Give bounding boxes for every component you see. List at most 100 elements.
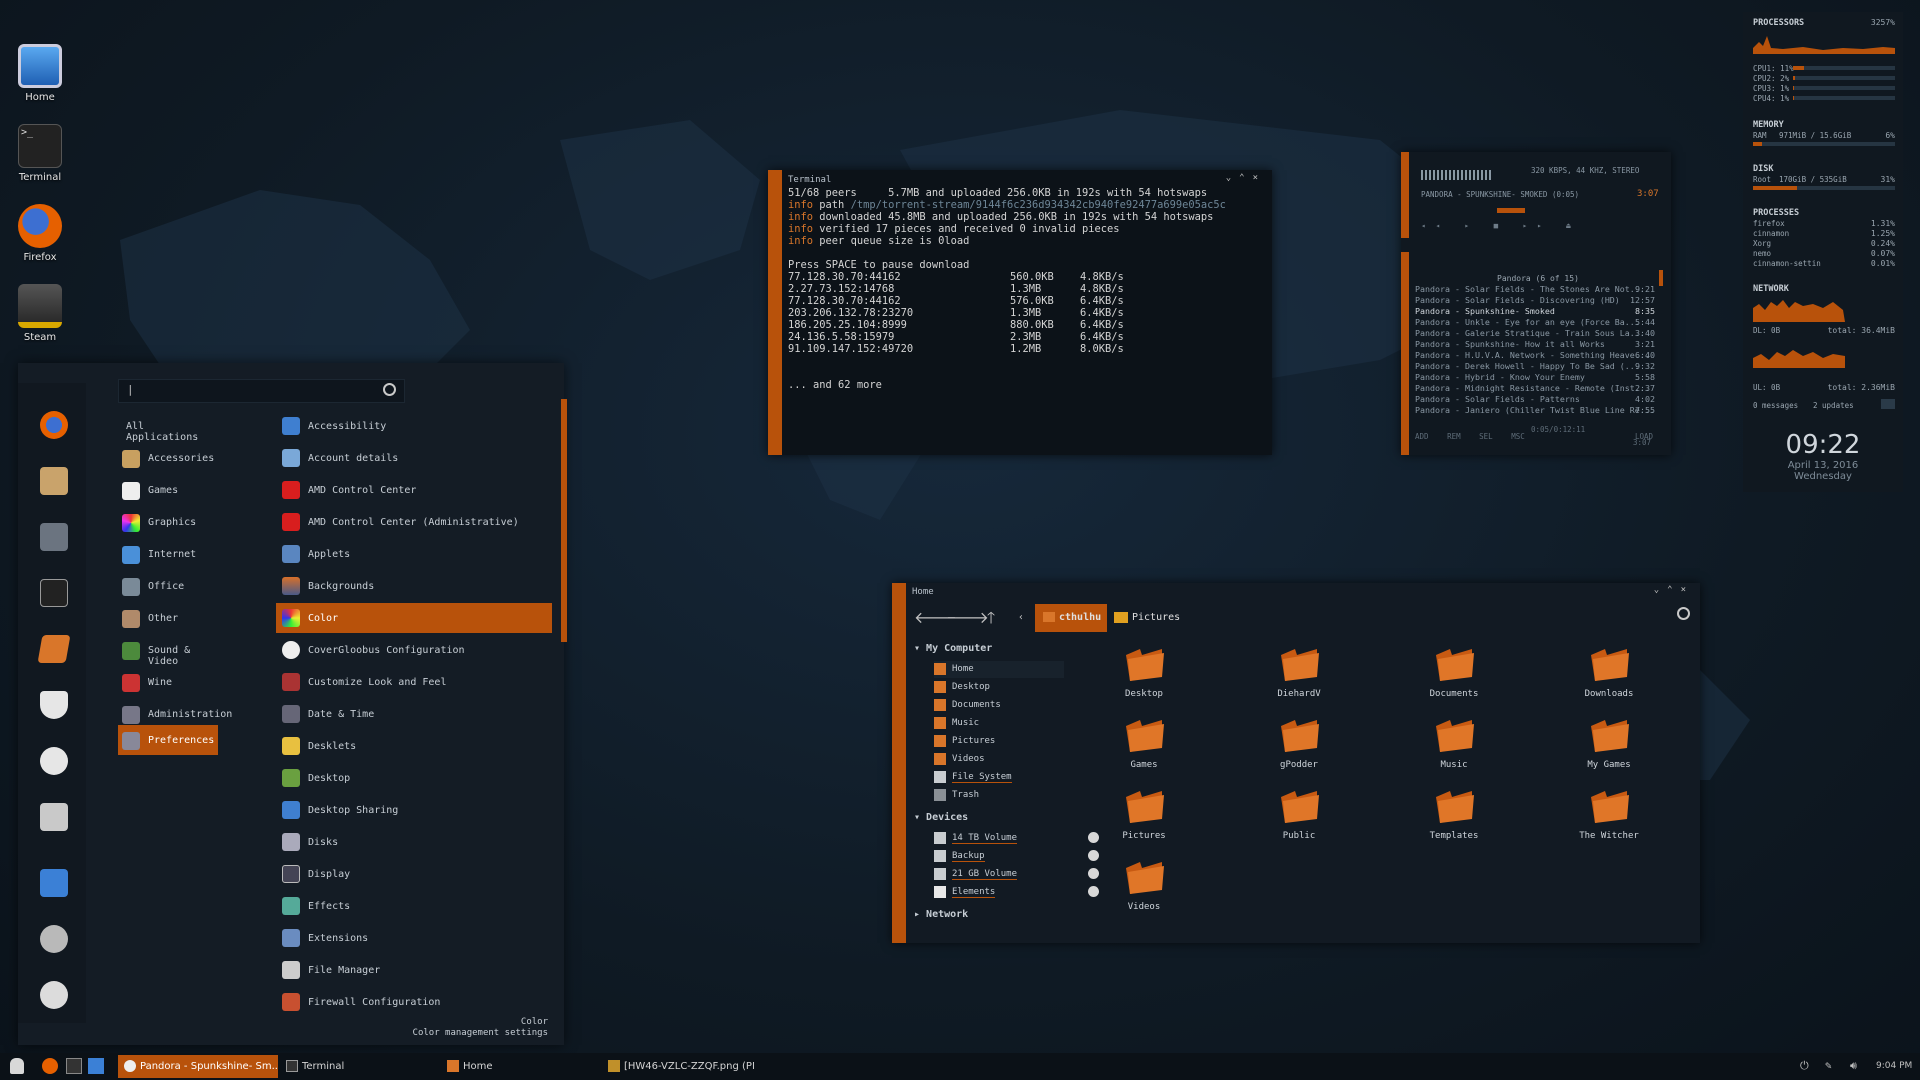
app-display[interactable]: Display [276,859,552,889]
category-wine[interactable]: Wine [118,667,218,697]
taskbar-clock[interactable]: 9:04 PM [1876,1061,1912,1071]
playlist-track[interactable]: Pandora - Solar Fields - Patterns 4:02 [1415,394,1655,405]
app-customize-look[interactable]: Customize Look and Feel [276,667,552,697]
up-button[interactable]: 🡑 [978,605,1004,631]
firefox-icon[interactable] [40,411,68,439]
folder-item[interactable]: Videos [1094,858,1194,924]
settings-icon[interactable] [40,523,68,551]
forward-button[interactable]: 🡒 [946,605,989,631]
app-applets[interactable]: Applets [276,539,552,569]
category-graphics[interactable]: Graphics [118,507,218,537]
shield-icon[interactable] [40,691,68,719]
sidebar-item-21gb-volume[interactable]: 21 GB Volume [934,866,1099,883]
folder-item[interactable]: Downloads [1559,645,1659,711]
playlist-scrollbar[interactable] [1659,270,1663,286]
desktop-icon-firefox[interactable]: Firefox [14,204,66,263]
folder-item[interactable]: My Games [1559,716,1659,782]
sidebar-heading-network[interactable]: ▸ Network [914,909,968,920]
software-center-icon[interactable] [40,803,68,831]
category-all-applications[interactable]: All Applications [118,411,218,443]
breadcrumb-pictures[interactable]: Pictures [1112,604,1182,632]
terminal-launcher-icon[interactable] [66,1058,82,1074]
logout-icon[interactable] [40,925,68,953]
sidebar-item-music[interactable]: Music [934,715,1064,732]
sidebar-item-pictures[interactable]: Pictures [934,733,1064,750]
terminal-window[interactable]: Terminal ⌄⌃× 51/68 peers 5.7MB and uploa… [768,170,1272,455]
category-internet[interactable]: Internet [118,539,218,569]
playlist-track[interactable]: Pandora - Solar Fields - Discovering (HD… [1415,295,1655,306]
computer-launcher-icon[interactable] [88,1058,104,1074]
sidebar-item-file-system[interactable]: File System [934,769,1064,786]
app-date-time[interactable]: Date & Time [276,699,552,729]
category-other[interactable]: Other [118,603,218,633]
sidebar-item-videos[interactable]: Videos [934,751,1064,768]
search-input[interactable]: | [118,379,405,403]
app-firewall-configuration[interactable]: Firewall Configuration [276,987,552,1017]
desktop-icon-terminal[interactable]: >_ Terminal [14,124,66,183]
folder-item[interactable]: The Witcher [1559,787,1659,853]
app-color[interactable]: Color [276,603,552,633]
playlist-track[interactable]: Pandora - Hybrid - Know Your Enemy 5:58 [1415,372,1655,383]
folder-item[interactable]: Templates [1404,787,1504,853]
close-icon[interactable]: × [1253,173,1266,183]
maximize-icon[interactable]: ⌃ [1667,585,1680,595]
sidebar-item-desktop[interactable]: Desktop [934,679,1064,696]
taskbar-task-pandora[interactable]: Pandora - Spunkshine- Sm... [118,1055,278,1078]
folder-item[interactable]: Desktop [1094,645,1194,711]
desktop-icon-steam[interactable]: Steam [14,284,66,343]
sidebar-heading-devices[interactable]: ▾ Devices [914,812,968,823]
terminal-icon[interactable] [40,579,68,607]
volume-tray-icon[interactable]: 🔊︎ [1850,1059,1857,1073]
taskbar-task-terminal[interactable]: Terminal [282,1055,432,1078]
folder-item[interactable]: Public [1249,787,1349,853]
minimize-icon[interactable]: ⌄ [1654,585,1667,595]
playlist-track[interactable]: Pandora - Spunkshine- Smoked 8:35 [1415,306,1655,317]
power-tray-icon[interactable]: ⏻ [1800,1059,1809,1073]
close-icon[interactable]: × [1681,585,1694,595]
playlist-track[interactable]: Pandora - H.U.V.A. Network - Something H… [1415,350,1655,361]
menu-launcher-icon[interactable] [10,1058,24,1074]
media-player-window[interactable]: 320 KBPS, 44 KHZ, STEREO PANDORA - SPUNK… [1401,152,1671,455]
taskbar-task-home[interactable]: Home [443,1055,593,1078]
taskbar-task-image-viewer[interactable]: [HW46-VZLC-ZZQF.png (PNG... [604,1055,754,1078]
amazon-icon[interactable] [40,747,68,775]
seek-bar[interactable] [1497,208,1525,213]
app-amd-control-center[interactable]: AMD Control Center [276,475,552,505]
sidebar-item-home[interactable]: Home [934,661,1064,678]
playlist-track[interactable]: Pandora - Unkle - Eye for an eye (Force … [1415,317,1655,328]
load-button[interactable]: LOAD [1635,432,1653,441]
app-desktop-sharing[interactable]: Desktop Sharing [276,795,552,825]
app-covergloobus[interactable]: CoverGloobus Configuration [276,635,552,665]
folder-item[interactable]: Pictures [1094,787,1194,853]
playlist-track[interactable]: Pandora - Derek Howell - Happy To Be Sad… [1415,361,1655,372]
folder-icon[interactable] [37,635,71,663]
sidebar-item-documents[interactable]: Documents [934,697,1064,714]
folder-item[interactable]: Music [1404,716,1504,782]
playlist-track[interactable]: Pandora - Spunkshine- How it all Works 3:… [1415,339,1655,350]
sidebar-item-trash[interactable]: Trash [934,787,1064,804]
back-button[interactable]: 🡐 [914,605,957,631]
firefox-launcher-icon[interactable] [42,1058,58,1074]
playlist-buttons[interactable]: ADD REM SEL MSC [1415,432,1525,441]
app-file-manager[interactable]: File Manager [276,955,552,985]
category-accessories[interactable]: Accessories [118,443,218,473]
app-amd-control-center-admin[interactable]: AMD Control Center (Administrative) [276,507,552,537]
breadcrumb-cthulhu[interactable]: cthulhu [1035,604,1107,632]
category-sound-video[interactable]: Sound & Video [118,635,218,667]
menu-scrollbar[interactable] [561,399,567,642]
folder-item[interactable]: DiehardV [1249,645,1349,711]
folder-item[interactable]: gPodder [1249,716,1349,782]
playlist-track[interactable]: Pandora - Solar Fields - The Stones Are … [1415,284,1655,295]
window-controls[interactable]: ⌄⌃× [1226,173,1266,183]
path-toggle-button[interactable]: ‹ [1008,605,1034,631]
power-icon[interactable] [40,981,68,1009]
window-controls[interactable]: ⌄⌃× [1654,585,1694,595]
sidebar-heading-my-computer[interactable]: ▾ My Computer [914,643,992,654]
computer-icon[interactable] [40,869,68,897]
sidebar-item-backup[interactable]: Backup [934,848,1099,865]
search-icon[interactable] [1677,607,1690,620]
app-backgrounds[interactable]: Backgrounds [276,571,552,601]
app-account-details[interactable]: Account details [276,443,552,473]
app-accessibility[interactable]: Accessibility [276,411,552,441]
playlist-track[interactable]: Pandora - Galerie Stratique - Train Sous… [1415,328,1655,339]
